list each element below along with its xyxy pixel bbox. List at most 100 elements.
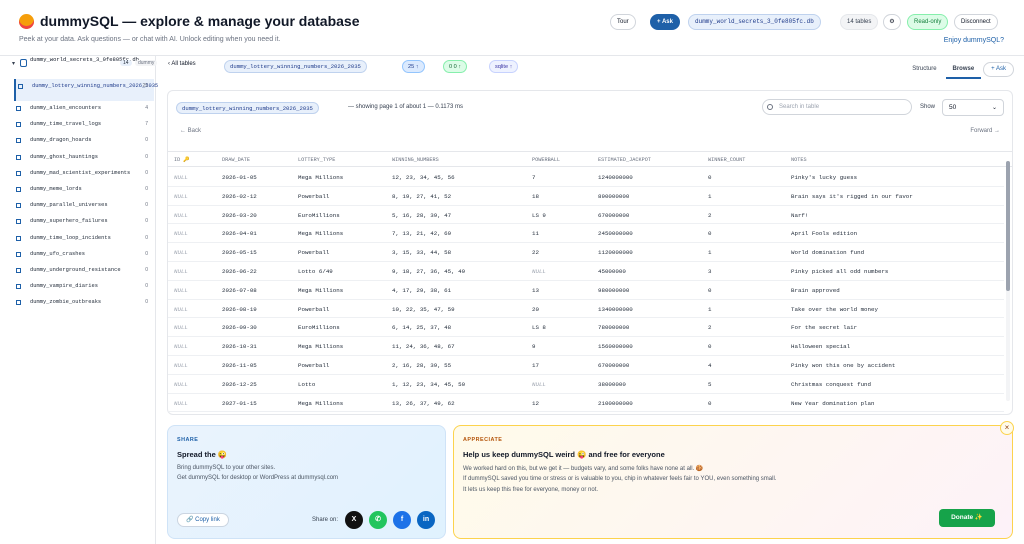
sidebar-table-item[interactable]: dummy_time_travel_logs 7 [14, 117, 154, 133]
copy-link-button[interactable]: 🔗 Copy link [177, 513, 229, 527]
table-row[interactable]: NULL 2026-08-19 Powerball 10, 22, 35, 47, 5… [168, 300, 1004, 319]
table-cell[interactable]: NULL [174, 287, 188, 294]
forward-button[interactable]: Forward → [970, 128, 1000, 134]
table-cell[interactable]: 13 [532, 287, 539, 294]
table-cell[interactable]: 4 [708, 362, 711, 369]
all-tables-link[interactable]: ‹ All tables [168, 61, 196, 67]
table-cell[interactable]: 2027-01-15 [222, 400, 257, 407]
table-cell[interactable]: NULL [174, 230, 188, 237]
table-cell[interactable]: 670000000 [598, 362, 629, 369]
indexes-pill[interactable]: 0 0 ↑ [443, 60, 468, 73]
table-cell[interactable]: 20 [532, 306, 539, 313]
table-cell[interactable]: Mega Millions [298, 174, 343, 181]
sidebar-database[interactable]: ▾ dummy_world_secrets_3_0fe805fc.db 14 d… [12, 56, 158, 74]
tab-browse[interactable]: Browse [945, 61, 982, 79]
table-cell[interactable]: NULL [174, 212, 188, 219]
close-icon[interactable]: × [1000, 421, 1014, 435]
table-cell[interactable]: 1240000000 [598, 174, 633, 181]
chevron-down-icon[interactable]: ▾ [12, 60, 15, 67]
column-header[interactable]: NOTES [791, 157, 807, 163]
table-cell[interactable]: Brain says it's rigged in our favor [791, 193, 913, 200]
table-cell[interactable]: Brain approved [791, 287, 840, 294]
table-cell[interactable]: 6, 14, 25, 37, 48 [392, 324, 451, 331]
table-cell[interactable]: 1560000000 [598, 343, 633, 350]
sidebar-table-item[interactable]: dummy_mad_scientist_experiments 0 [14, 166, 154, 182]
sidebar-table-item[interactable]: dummy_meme_lords 0 [14, 182, 154, 198]
scrollbar[interactable] [1006, 161, 1010, 401]
table-cell[interactable]: 1120000000 [598, 249, 633, 256]
table-cell[interactable]: Mega Millions [298, 287, 343, 294]
sidebar-table-item[interactable]: dummy_vampire_diaries 0 [14, 279, 154, 295]
table-cell[interactable]: Narf! [791, 212, 808, 219]
table-cell[interactable]: 670000000 [598, 212, 629, 219]
table-cell[interactable]: NULL [532, 381, 546, 388]
donate-button[interactable]: Donate ✨ [939, 509, 995, 527]
table-cell[interactable]: 12 [532, 400, 539, 407]
table-cell[interactable]: 17 [532, 362, 539, 369]
table-cell[interactable]: NULL [174, 174, 188, 181]
column-header[interactable]: DRAW_DATE [222, 157, 250, 163]
table-cell[interactable]: EuroMillions [298, 212, 340, 219]
table-cell[interactable]: 1, 12, 23, 34, 45, 50 [392, 381, 465, 388]
sidebar-table-item[interactable]: dummy_lottery_winning_numbers_2026_2035 2… [14, 79, 158, 101]
sidebar-table-item[interactable]: dummy_superhero_failures 0 [14, 214, 154, 230]
table-cell[interactable]: LS 8 [532, 324, 546, 331]
table-cell[interactable]: NULL [174, 193, 188, 200]
table-cell[interactable]: April Fools edition [791, 230, 857, 237]
table-cell[interactable]: 2026-01-05 [222, 174, 257, 181]
table-cell[interactable]: 13, 26, 37, 49, 62 [392, 400, 455, 407]
table-cell[interactable]: EuroMillions [298, 324, 340, 331]
table-cell[interactable]: Take over the world money [791, 306, 878, 313]
table-cell[interactable]: 12, 23, 34, 45, 56 [392, 174, 455, 181]
facebook-share-icon[interactable]: f [393, 511, 411, 529]
table-cell[interactable]: 3, 15, 33, 44, 58 [392, 249, 451, 256]
table-cell[interactable]: 1 [708, 306, 711, 313]
x-share-icon[interactable]: X [345, 511, 363, 529]
ask-button[interactable]: + Ask [650, 14, 680, 30]
table-cell[interactable]: World domination fund [791, 249, 864, 256]
table-row[interactable]: NULL 2026-01-05 Mega Millions 12, 23, 34, 4… [168, 168, 1004, 187]
table-cell[interactable]: 4, 17, 29, 38, 61 [392, 287, 451, 294]
back-button[interactable]: ← Back [180, 128, 201, 134]
table-cell[interactable]: 2026-09-30 [222, 324, 257, 331]
table-cell[interactable]: 2450000000 [598, 230, 633, 237]
tab-ask[interactable]: + Ask [983, 62, 1014, 77]
table-cell[interactable]: 2026-04-01 [222, 230, 257, 237]
table-cell[interactable]: 9 [532, 343, 535, 350]
table-cell[interactable]: 2026-03-20 [222, 212, 257, 219]
table-cell[interactable]: 2026-11-05 [222, 362, 257, 369]
table-cell[interactable]: NULL [174, 306, 188, 313]
table-cell[interactable]: 2026-02-12 [222, 193, 257, 200]
table-cell[interactable]: 2, 16, 28, 39, 55 [392, 362, 451, 369]
table-cell[interactable]: 0 [708, 230, 711, 237]
table-cell[interactable]: Mega Millions [298, 343, 343, 350]
linkedin-share-icon[interactable]: in [417, 511, 435, 529]
sidebar-table-item[interactable]: dummy_parallel_universes 0 [14, 198, 154, 214]
table-row[interactable]: NULL 2027-01-15 Mega Millions 13, 26, 37, 4… [168, 394, 1004, 413]
sidebar-table-item[interactable]: dummy_underground_resistance 0 [14, 263, 154, 279]
table-cell[interactable]: 3 [708, 268, 711, 275]
table-cell[interactable]: 38000000 [598, 381, 626, 388]
column-header[interactable]: WINNING_NUMBERS [392, 157, 439, 163]
table-cell[interactable]: Lotto 6/49 [298, 268, 333, 275]
table-cell[interactable]: 45000000 [598, 268, 626, 275]
table-cell[interactable]: Pinky won this one by accident [791, 362, 895, 369]
table-row[interactable]: NULL 2026-12-25 Lotto 1, 12, 23, 34, 45, 50… [168, 375, 1004, 394]
table-cell[interactable]: NULL [174, 343, 188, 350]
table-row[interactable]: NULL 2026-03-20 EuroMillions 5, 16, 28, 39,… [168, 206, 1004, 225]
table-cell[interactable]: 2026-05-15 [222, 249, 257, 256]
database-pill[interactable]: dummy_world_secrets_3_0fe805fc.db [688, 14, 821, 30]
columns-pill[interactable]: 25 ↑ [402, 60, 425, 73]
table-cell[interactable]: Mega Millions [298, 400, 343, 407]
column-header[interactable]: ESTIMATED_JACKPOT [598, 157, 651, 163]
table-cell[interactable]: 0 [708, 287, 711, 294]
sidebar-table-item[interactable]: dummy_zombie_outbreaks 0 [14, 295, 154, 311]
enjoy-link[interactable]: Enjoy dummySQL? [944, 37, 1004, 44]
table-cell[interactable]: NULL [174, 381, 188, 388]
table-cell[interactable]: Powerball [298, 362, 329, 369]
column-header[interactable]: WINNER_COUNT [708, 157, 745, 163]
table-cell[interactable]: 10, 22, 35, 47, 59 [392, 306, 455, 313]
table-cell[interactable]: Lotto [298, 381, 315, 388]
table-cell[interactable]: Christmas conquest fund [791, 381, 871, 388]
table-cell[interactable]: NULL [174, 249, 188, 256]
